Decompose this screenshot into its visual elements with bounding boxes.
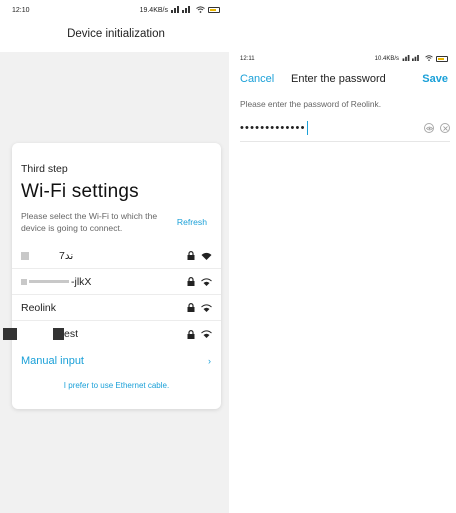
redacted-block [21,251,29,260]
cancel-button[interactable]: Cancel [240,73,274,85]
manual-input-row[interactable]: Manual input › [12,348,221,374]
status-time: 12:10 [12,6,30,14]
net-speed: 19.4KB/s [139,6,168,14]
wifi-row-icons [187,251,212,260]
wifi-network-name: ند7 [59,249,74,262]
signal-icon [171,5,193,15]
wifi-network-row[interactable]: Reolink [12,295,221,321]
wifi-row-icons [187,277,212,286]
password-value: ••••••••••••• [240,121,306,134]
manual-input-label: Manual input [21,355,84,367]
page-title: Enter the password [291,73,386,85]
password-header: Cancel Enter the password Save [232,73,456,91]
signal-icon [402,55,422,63]
password-icons [424,123,450,133]
lock-icon [187,303,195,312]
net-speed: 10.4KB/s [374,56,399,62]
wifi-network-name-container: ند7 [21,250,73,262]
wifi-network-name: Reolink [21,301,57,314]
wifi-network-name-container: -jlkX [21,276,91,288]
wifi-icon [201,303,212,312]
wifi-network-row[interactable]: ند7 [12,243,221,269]
wifi-row-icons [187,329,212,339]
wifi-network-name: est [64,327,79,340]
clear-icon[interactable] [440,123,450,133]
lock-icon [187,251,195,260]
card-title: Wi-Fi settings [21,181,139,202]
right-screen: 12:11 10.4KB/s Cancel Enter the password… [232,0,456,513]
lock-icon [187,277,195,286]
wifi-settings-card: Third step Wi-Fi settings Please select … [3,143,221,409]
wifi-network-row[interactable]: est [3,321,221,347]
wifi-status-icon [425,55,433,63]
password-hint: Please enter the password of Reolink. [240,99,382,109]
left-screen: 12:10 19.4KB/s Device initialization Thi… [0,0,232,513]
lock-icon [187,329,195,339]
status-bar: 12:10 19.4KB/s [0,0,232,20]
battery-icon [436,56,448,62]
wifi-network-name: -jlkX [71,275,92,288]
wifi-icon [201,330,212,338]
battery-icon [208,7,220,13]
redacted-block [21,278,27,285]
password-field-container: ••••••••••••• [240,121,308,135]
text-caret [306,121,308,135]
wifi-icon [201,277,212,286]
status-right: 10.4KB/s [375,55,448,63]
refresh-button[interactable]: Refresh [177,217,207,227]
eye-icon[interactable] [424,123,434,133]
redacted-block [3,328,17,341]
redacted-block [53,328,64,341]
redacted-block [29,280,69,284]
ethernet-link[interactable]: I prefer to use Ethernet cable. [12,381,221,390]
step-label: Third step [21,163,68,175]
wifi-status-icon [196,5,205,15]
wifi-icon [201,252,212,260]
status-right: 19.4KB/s [139,5,220,15]
wifi-network-name-container: est [3,327,79,341]
save-button[interactable]: Save [422,73,448,85]
page-title: Device initialization [67,28,165,40]
status-time: 12:11 [240,56,255,62]
status-bar: 12:11 10.4KB/s [232,50,456,68]
wifi-row-icons [187,303,212,312]
password-input[interactable]: ••••••••••••• [240,118,450,142]
chevron-right-icon: › [208,356,211,366]
wifi-network-row[interactable]: -jlkX [12,269,221,295]
card-hint: Please select the Wi-Fi to which the dev… [21,211,158,233]
